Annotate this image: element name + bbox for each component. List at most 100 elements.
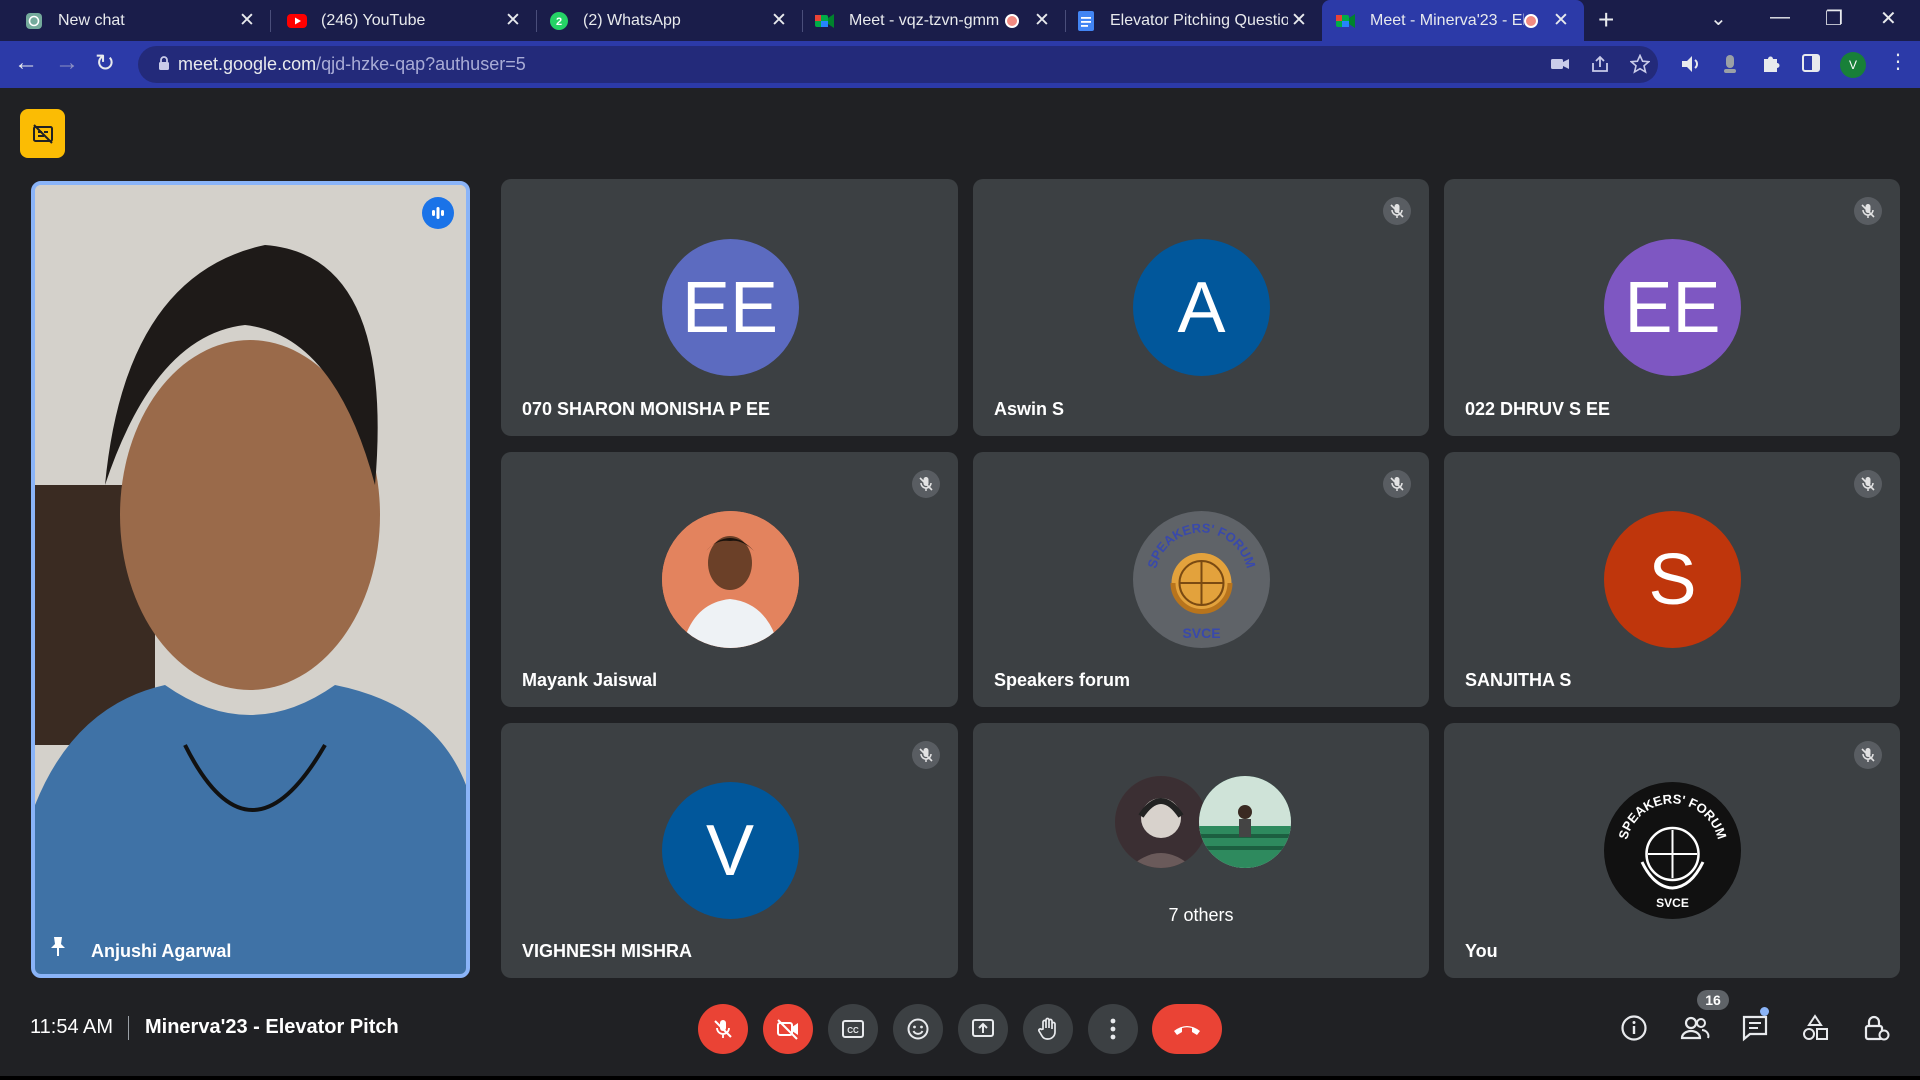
meet-icon: [815, 11, 835, 31]
captions-off-badge-icon[interactable]: [20, 109, 65, 158]
close-icon[interactable]: ✕: [502, 9, 524, 32]
self-tile[interactable]: SPEAKERS' FORUM SVCE You: [1444, 723, 1900, 978]
meeting-time: 11:54 AM: [30, 1016, 114, 1038]
camera-icon[interactable]: [1550, 54, 1570, 79]
profile-avatar[interactable]: V: [1840, 52, 1866, 78]
extension-record-icon[interactable]: [1723, 53, 1737, 80]
svg-text:SVCE: SVCE: [1182, 625, 1220, 641]
extensions-puzzle-icon[interactable]: [1760, 53, 1782, 80]
speakers-forum-logo-icon: SPEAKERS' FORUM SVCE: [1133, 511, 1270, 648]
speaker-icon[interactable]: [1680, 53, 1702, 80]
forward-icon[interactable]: →: [55, 49, 79, 77]
participant-tile[interactable]: S SANJITHA S: [1444, 452, 1900, 707]
whatsapp-icon: 2: [549, 11, 569, 31]
participant-tile[interactable]: V VIGHNESH MISHRA: [501, 723, 958, 978]
lock-icon[interactable]: [158, 55, 170, 76]
tab-title: Meet - Minerva'23 - Elevator Pitch: [1370, 11, 1524, 29]
chatgpt-icon: [24, 11, 44, 31]
mic-toggle-button[interactable]: [698, 1004, 748, 1054]
participant-name: Anjushi Agarwal: [91, 941, 232, 961]
address-bar[interactable]: meet.google.com/qjd-hzke-qap?authuser=5: [138, 46, 1658, 83]
meet-icon: [1336, 11, 1356, 31]
close-icon[interactable]: ✕: [236, 9, 258, 32]
svg-text:CC: CC: [847, 1026, 859, 1035]
participant-tile[interactable]: EE 070 SHARON MONISHA P EE: [501, 179, 958, 436]
camera-off-icon: [777, 1019, 798, 1040]
svg-text:SVCE: SVCE: [1656, 896, 1689, 910]
minimize-button[interactable]: —: [1770, 6, 1790, 29]
mic-off-icon: [912, 470, 940, 498]
captions-button[interactable]: CC: [828, 1004, 878, 1054]
present-screen-button[interactable]: [958, 1004, 1008, 1054]
more-vert-icon: [1110, 1018, 1116, 1040]
pin-icon[interactable]: [49, 935, 67, 962]
avatar: S: [1604, 511, 1741, 648]
speaker-video: [35, 185, 466, 974]
meeting-details-icon[interactable]: [1620, 1014, 1648, 1047]
participant-tile[interactable]: A Aswin S: [973, 179, 1429, 436]
others-tile[interactable]: 7 others: [973, 723, 1429, 978]
participant-tile[interactable]: SPEAKERS' FORUM SVCE Speakers forum: [973, 452, 1429, 707]
participant-tile[interactable]: EE 022 DHRUV S EE: [1444, 179, 1900, 436]
back-icon[interactable]: ←: [14, 49, 38, 77]
people-count-badge: 16: [1697, 990, 1729, 1010]
tab-new-chat[interactable]: New chat ✕: [0, 0, 270, 41]
new-tab-button[interactable]: +: [1598, 4, 1614, 36]
recording-icon: [1005, 13, 1019, 28]
host-controls-lock-icon[interactable]: [1862, 1014, 1890, 1047]
tab-title: New chat: [58, 11, 125, 29]
present-icon: [972, 1019, 994, 1037]
participant-name: Mayank Jaiswal: [522, 670, 658, 690]
featured-video-tile[interactable]: Anjushi Agarwal: [31, 181, 470, 978]
mic-off-icon: [1854, 470, 1882, 498]
svg-text:2: 2: [556, 16, 562, 28]
close-window-button[interactable]: ✕: [1880, 6, 1897, 31]
tab-whatsapp[interactable]: 2 (2) WhatsApp ✕: [537, 0, 802, 41]
more-options-button[interactable]: [1088, 1004, 1138, 1054]
speakers-forum-logo-icon: SPEAKERS' FORUM SVCE: [1604, 782, 1741, 919]
people-icon[interactable]: [1680, 1014, 1710, 1047]
tab-title: Meet - vqz-tzvn-gmm: [849, 11, 1000, 29]
hand-icon: [1038, 1017, 1056, 1040]
avatar-photo: [1199, 776, 1291, 868]
recording-icon: [1524, 13, 1538, 28]
close-icon[interactable]: ✕: [1031, 9, 1053, 32]
mic-off-icon: [1854, 197, 1882, 225]
tab-meet-minerva[interactable]: Meet - Minerva'23 - Elevator Pitch ✕: [1322, 0, 1584, 41]
chat-icon[interactable]: [1741, 1014, 1769, 1047]
browser-menu-icon[interactable]: ⋮: [1888, 49, 1908, 74]
participant-tile[interactable]: Mayank Jaiswal: [501, 452, 958, 707]
others-count-label: 7 others: [1168, 905, 1234, 925]
activities-icon[interactable]: [1801, 1014, 1829, 1047]
close-icon[interactable]: ✕: [1550, 9, 1572, 32]
participant-name: Aswin S: [994, 399, 1065, 419]
side-panel-icon[interactable]: [1801, 53, 1821, 78]
tab-meet-vqz[interactable]: Meet - vqz-tzvn-gmm ✕: [803, 0, 1065, 41]
mic-off-icon: [1383, 197, 1411, 225]
tab-youtube[interactable]: (246) YouTube ✕: [271, 0, 536, 41]
docs-icon: [1076, 10, 1096, 31]
close-icon[interactable]: ✕: [768, 9, 790, 32]
share-icon[interactable]: [1590, 54, 1610, 79]
avatar: V: [661, 782, 799, 919]
reload-icon[interactable]: ↻: [95, 49, 115, 78]
bookmark-star-icon[interactable]: [1629, 53, 1651, 79]
emoji-icon: [907, 1018, 929, 1040]
leave-call-button[interactable]: [1152, 1004, 1222, 1054]
camera-toggle-button[interactable]: [763, 1004, 813, 1054]
tab-title: (246) YouTube: [321, 11, 426, 29]
mic-off-icon: [714, 1020, 732, 1038]
tab-search-icon[interactable]: ⌄: [1710, 6, 1727, 31]
restore-button[interactable]: ❐: [1825, 6, 1843, 31]
tab-title: Elevator Pitching Questions: [1110, 11, 1288, 29]
avatar: EE: [1604, 239, 1741, 376]
tab-title: (2) WhatsApp: [583, 11, 681, 29]
reactions-button[interactable]: [893, 1004, 943, 1054]
mic-off-icon: [1854, 741, 1882, 769]
meeting-title: Minerva'23 - Elevator Pitch: [145, 1016, 399, 1038]
close-icon[interactable]: ✕: [1288, 9, 1310, 32]
tab-bar: New chat ✕ (246) YouTube ✕ 2 (2) WhatsAp…: [0, 0, 1920, 41]
raise-hand-button[interactable]: [1023, 1004, 1073, 1054]
tab-docs[interactable]: Elevator Pitching Questions ✕: [1066, 0, 1322, 41]
divider: [128, 1016, 129, 1040]
